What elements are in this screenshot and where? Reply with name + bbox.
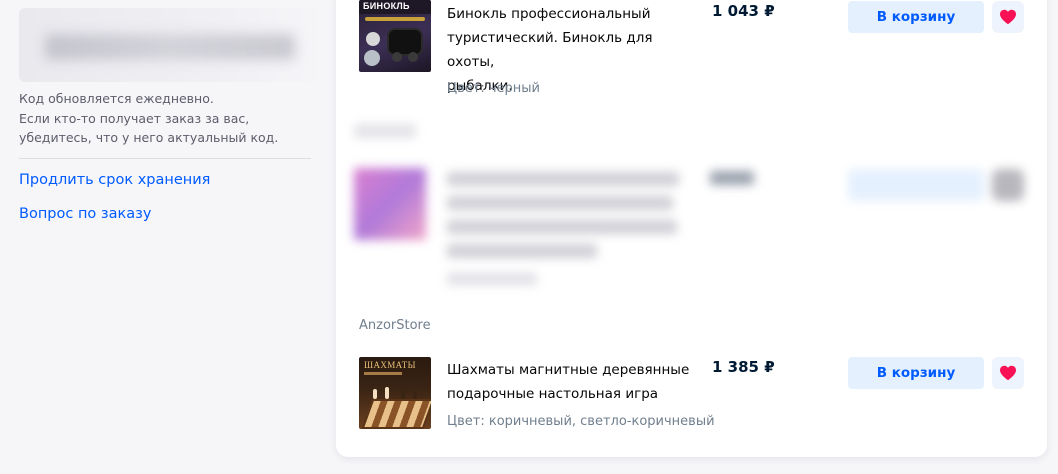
code-note-line: Если кто-то получает заказ за вас, — [19, 110, 250, 126]
product-price: 1 385 ₽ — [712, 358, 775, 376]
add-to-cart-button[interactable]: В корзину — [848, 357, 984, 389]
favorite-button[interactable] — [992, 357, 1024, 389]
code-note: Код обновляется ежедневно. Если кто-то п… — [19, 89, 319, 148]
add-to-cart-button[interactable]: В корзину — [848, 1, 984, 33]
favorite-button[interactable] — [992, 1, 1024, 33]
seller-name[interactable]: AnzorStore — [359, 318, 431, 333]
blurred-seller — [354, 124, 416, 138]
product-image[interactable]: БИНОКЛЬ — [359, 0, 431, 72]
divider — [19, 158, 311, 159]
product-image[interactable]: ШАХМАТЫ — [359, 357, 431, 429]
product-color: Цвет: черный — [447, 81, 540, 96]
product-title-line: Шахматы магнитные деревянные — [447, 362, 690, 378]
extend-storage-link[interactable]: Продлить срок хранения — [19, 172, 210, 188]
order-question-link[interactable]: Вопрос по заказу — [19, 206, 151, 222]
thumb-caption: ШАХМАТЫ — [364, 360, 416, 370]
order-items-card: БИНОКЛЬ Бинокль профессиональный туристи… — [336, 0, 1047, 457]
pickup-code-box — [19, 8, 331, 82]
code-note-line: убедитесь, что у него актуальный код. — [19, 130, 279, 145]
product-title-line: подарочные настольная игра — [447, 386, 659, 402]
product-title-line: Бинокль профессиональный — [447, 6, 651, 22]
product-title[interactable]: Шахматы магнитные деревянные подарочные … — [447, 358, 697, 406]
heart-icon — [1000, 365, 1016, 381]
product-color: Цвет: коричневый, светло-коричневый — [447, 414, 715, 429]
heart-icon — [1000, 9, 1016, 25]
pickup-code-blurred — [45, 34, 295, 60]
product-price: 1 043 ₽ — [712, 2, 775, 20]
order-info-panel: Код обновляется ежедневно. Если кто-то п… — [0, 0, 331, 474]
product-title-line: туристический. Бинокль для охоты, — [447, 30, 653, 70]
thumb-caption: БИНОКЛЬ — [363, 1, 410, 11]
code-note-line: Код обновляется ежедневно. — [19, 91, 214, 106]
